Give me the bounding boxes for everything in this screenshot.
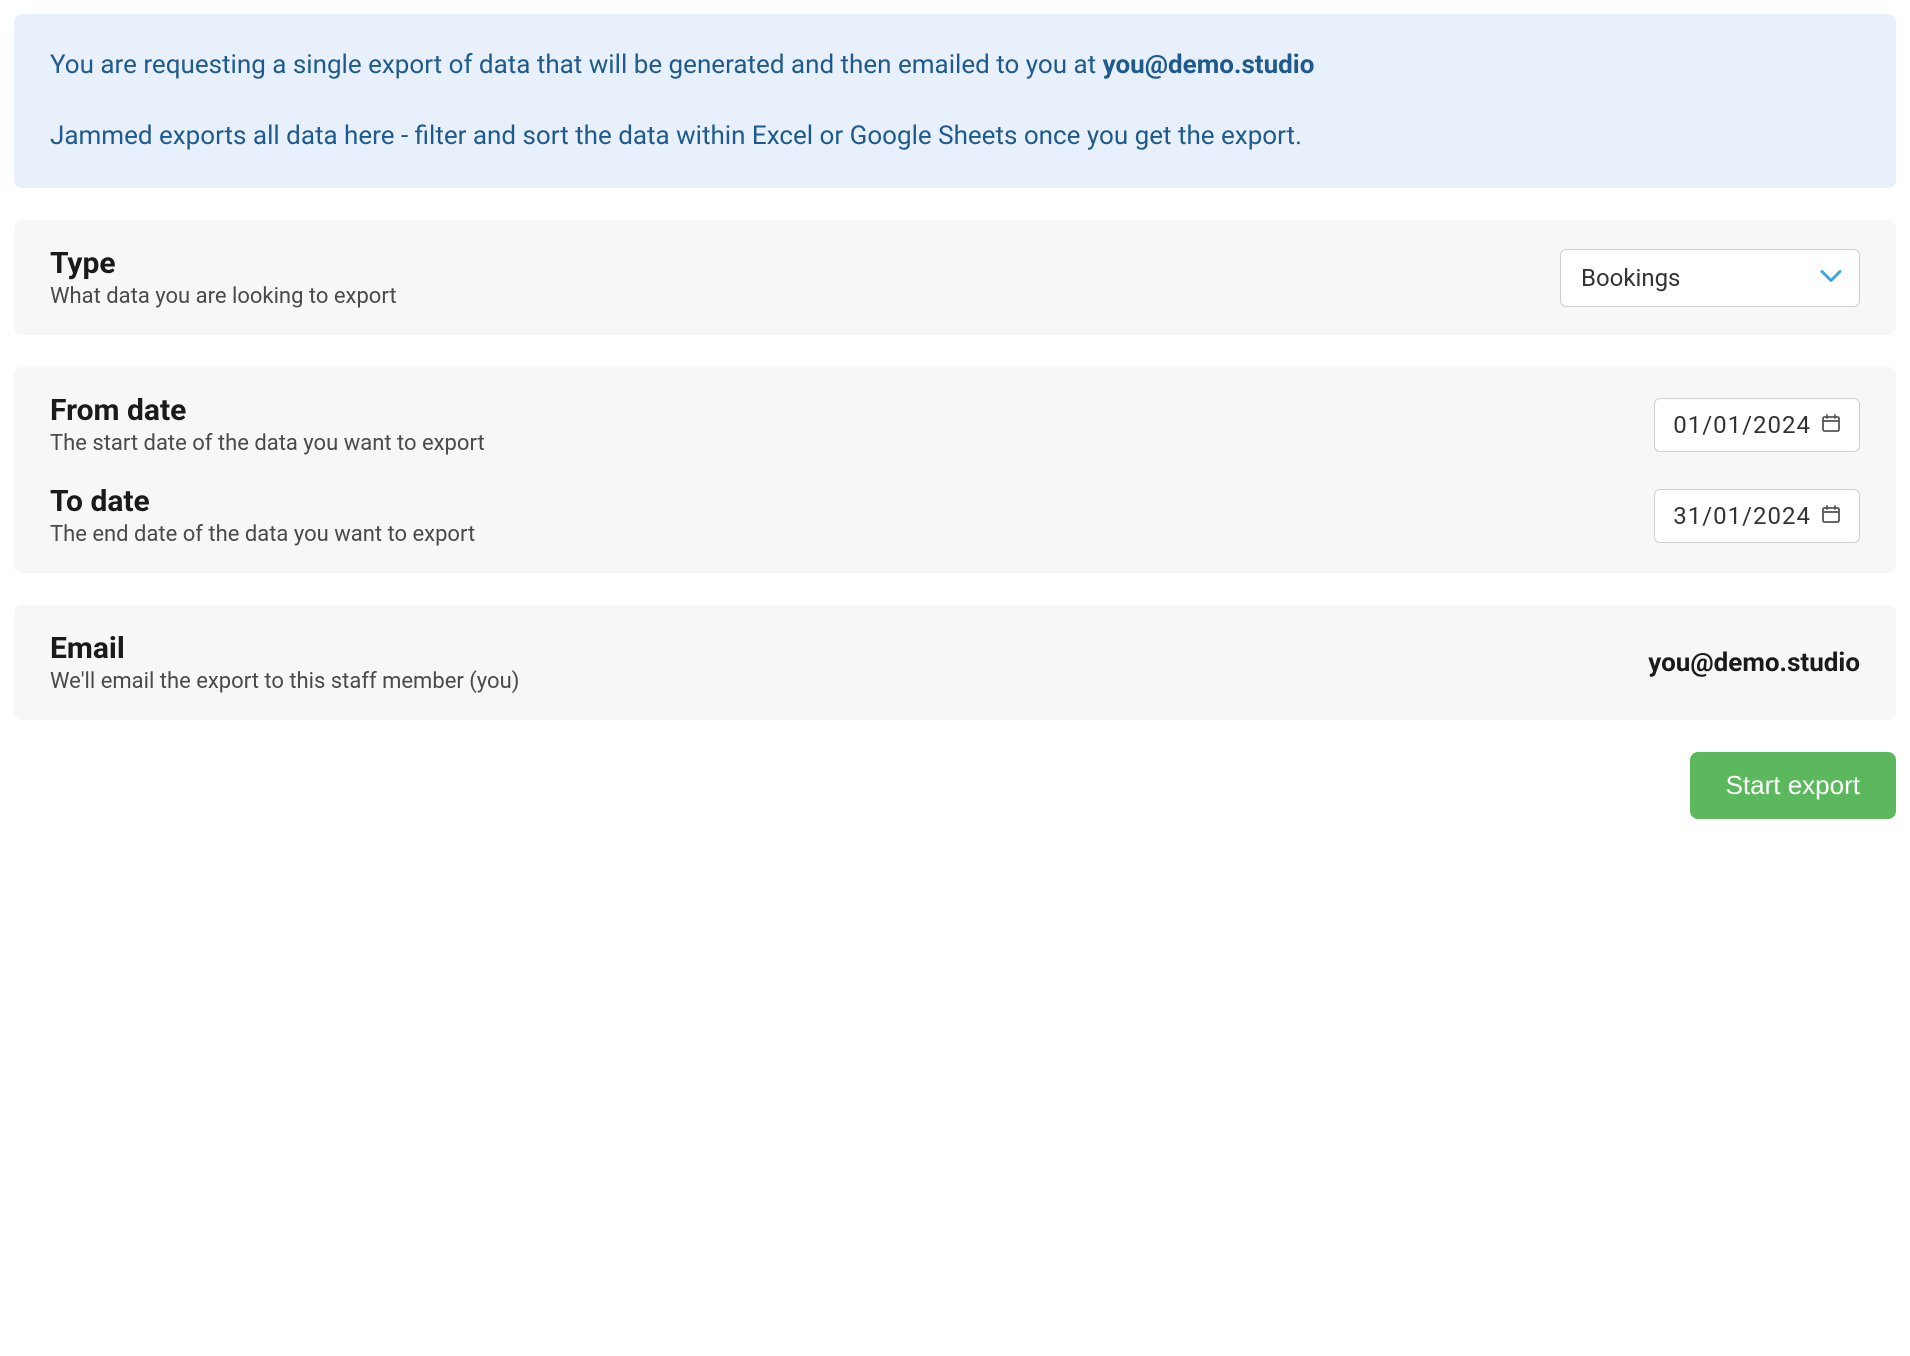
type-select-wrapper[interactable]: Bookings <box>1560 249 1860 307</box>
from-date-input[interactable]: 01/01/2024 <box>1654 398 1860 452</box>
to-date-desc: The end date of the data you want to exp… <box>50 522 1634 547</box>
info-banner: You are requesting a single export of da… <box>14 14 1896 188</box>
email-title: Email <box>50 631 1628 667</box>
to-date-value: 31/01/2024 <box>1673 502 1811 530</box>
info-intro: You are requesting a single export of da… <box>50 46 1860 85</box>
type-desc: What data you are looking to export <box>50 284 1540 309</box>
from-date-value: 01/01/2024 <box>1673 411 1811 439</box>
calendar-icon <box>1821 413 1841 437</box>
info-email: you@demo.studio <box>1103 50 1315 80</box>
type-title: Type <box>50 246 1540 282</box>
info-details: Jammed exports all data here - filter an… <box>50 117 1860 156</box>
email-section: Email We'll email the export to this sta… <box>14 605 1896 720</box>
type-select[interactable]: Bookings <box>1560 249 1860 307</box>
to-date-title: To date <box>50 484 1634 520</box>
to-date-input[interactable]: 31/01/2024 <box>1654 489 1860 543</box>
email-desc: We'll email the export to this staff mem… <box>50 669 1628 694</box>
actions-bar: Start export <box>14 752 1896 819</box>
from-date-desc: The start date of the data you want to e… <box>50 431 1634 456</box>
date-section: From date The start date of the data you… <box>14 367 1896 573</box>
email-value: you@demo.studio <box>1648 648 1860 678</box>
info-intro-text: You are requesting a single export of da… <box>50 50 1103 80</box>
calendar-icon <box>1821 504 1841 528</box>
type-section: Type What data you are looking to export… <box>14 220 1896 335</box>
start-export-button[interactable]: Start export <box>1690 752 1896 819</box>
from-date-title: From date <box>50 393 1634 429</box>
